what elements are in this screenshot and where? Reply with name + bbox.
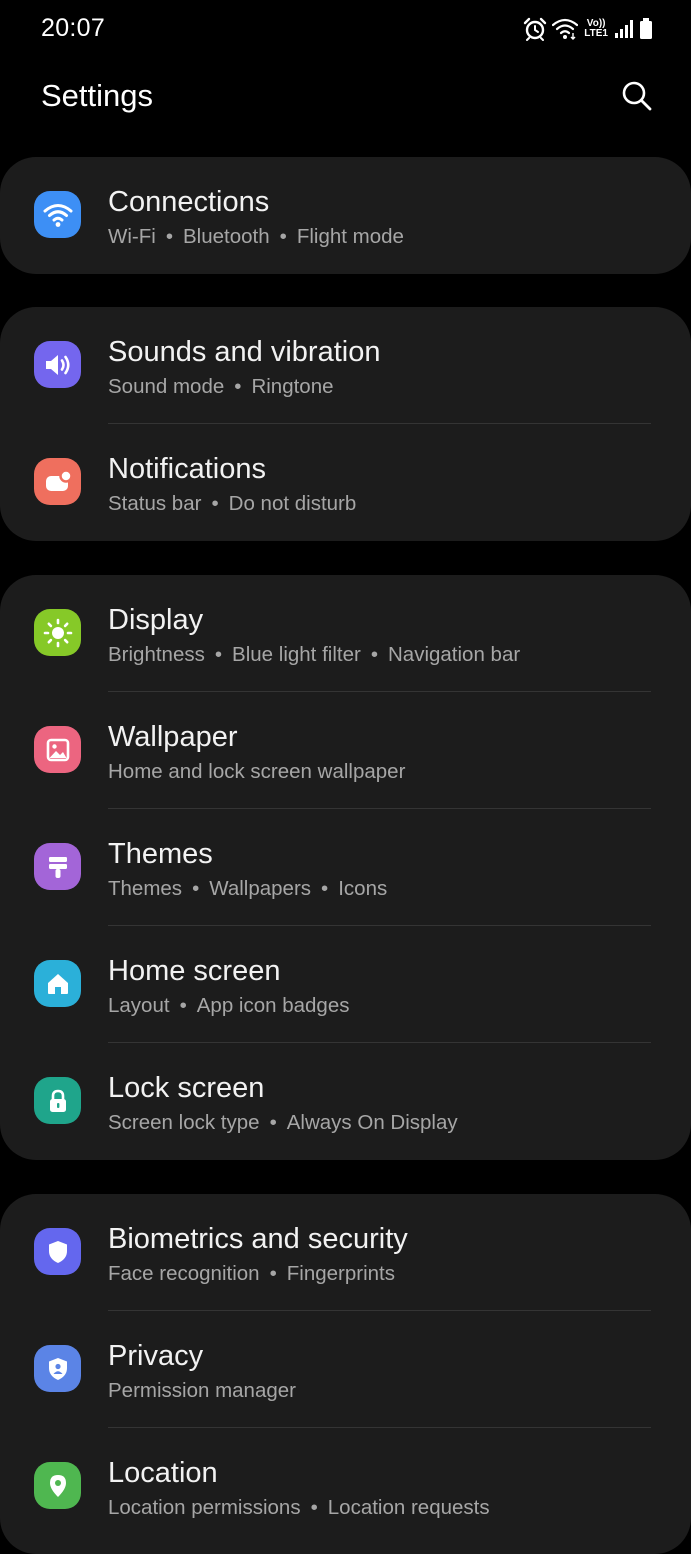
settings-item-lock-screen[interactable]: Lock screen Screen lock type • Always On D…	[0, 1043, 691, 1160]
volte-indicator: Vo)) LTE1	[584, 18, 608, 39]
item-subtitle: Wi-Fi • Bluetooth • Flight mode	[108, 225, 404, 248]
item-title: Themes	[108, 838, 213, 870]
item-title: Biometrics and security	[108, 1223, 408, 1255]
page-title: Settings	[41, 78, 154, 113]
wifi-status-icon	[552, 18, 579, 40]
settings-item-connections[interactable]: Connections Wi-Fi • Bluetooth • Flight mode	[0, 157, 691, 274]
settings-group-security: Biometrics and security Face recognition…	[0, 1194, 691, 1554]
settings-group-connections: Connections Wi-Fi • Bluetooth • Flight mode	[0, 157, 691, 274]
item-title: Lock screen	[108, 1072, 265, 1104]
item-title: Wallpaper	[108, 721, 238, 753]
location-pin-icon	[34, 1462, 81, 1509]
item-title: Privacy	[108, 1340, 204, 1372]
item-subtitle: Sound mode • Ringtone	[108, 375, 334, 398]
settings-item-home-screen[interactable]: Home screen Layout • App icon badges	[0, 926, 691, 1043]
item-subtitle: Themes • Wallpapers • Icons	[108, 877, 388, 900]
status-icons: Vo)) LTE1	[523, 14, 653, 44]
item-title: Connections	[108, 186, 270, 218]
item-subtitle: Permission manager	[108, 1379, 296, 1402]
search-button[interactable]	[617, 76, 657, 116]
home-icon	[34, 960, 81, 1007]
signal-icon	[614, 19, 634, 39]
settings-item-sounds-and-vibration[interactable]: Sounds and vibration Sound mode • Ringtone	[0, 307, 691, 424]
item-title: Display	[108, 604, 204, 636]
item-title: Location	[108, 1457, 218, 1489]
picture-icon	[34, 726, 81, 773]
notification-icon	[34, 458, 81, 505]
item-subtitle: Face recognition • Fingerprints	[108, 1262, 395, 1285]
item-title: Sounds and vibration	[108, 336, 381, 368]
battery-icon	[639, 18, 653, 40]
lock-icon	[34, 1077, 81, 1124]
paintbrush-icon	[34, 843, 81, 890]
shield-icon	[34, 1228, 81, 1275]
settings-group-sounds: Sounds and vibration Sound mode • Ringtone…	[0, 307, 691, 541]
settings-item-wallpaper[interactable]: Wallpaper Home and lock screen wallpaper	[0, 692, 691, 809]
status-bar: 20:07 Vo)) LTE1	[0, 0, 691, 58]
item-title: Home screen	[108, 955, 281, 987]
item-subtitle: Location permissions • Location requests	[108, 1496, 490, 1519]
settings-item-biometrics-and-security[interactable]: Biometrics and security Face recognition…	[0, 1194, 691, 1311]
item-subtitle: Layout • App icon badges	[108, 994, 350, 1017]
wifi-icon	[34, 191, 81, 238]
settings-item-location[interactable]: Location Location permissions • Location r…	[0, 1428, 691, 1545]
settings-item-privacy[interactable]: Privacy Permission manager	[0, 1311, 691, 1428]
settings-group-display: Display Brightness • Blue light filter • Nav…	[0, 575, 691, 1160]
status-time: 20:07	[41, 14, 106, 42]
item-subtitle: Screen lock type • Always On Display	[108, 1111, 458, 1134]
header: Settings	[0, 58, 691, 138]
settings-item-display[interactable]: Display Brightness • Blue light filter • Nav…	[0, 575, 691, 692]
item-subtitle: Home and lock screen wallpaper	[108, 760, 406, 783]
item-title: Notifications	[108, 453, 266, 485]
item-subtitle: Brightness • Blue light filter • Navigation …	[108, 643, 521, 666]
search-icon	[622, 81, 652, 111]
privacy-shield-icon	[34, 1345, 81, 1392]
speaker-icon	[34, 341, 81, 388]
alarm-icon	[523, 17, 547, 41]
item-subtitle: Status bar • Do not disturb	[108, 492, 357, 515]
settings-item-notifications[interactable]: Notifications Status bar • Do not disturb	[0, 424, 691, 541]
sun-icon	[34, 609, 81, 656]
settings-item-themes[interactable]: Themes Themes • Wallpapers • Icons	[0, 809, 691, 926]
